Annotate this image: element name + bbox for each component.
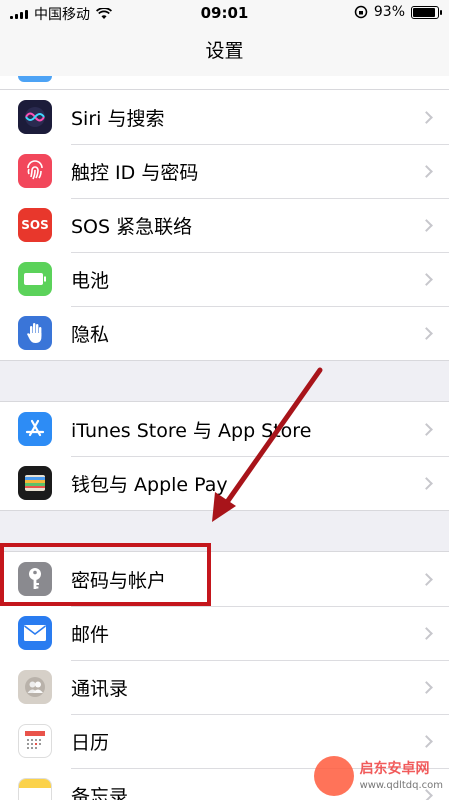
- watermark: 启东安卓网 www.qdltdq.com: [313, 756, 443, 796]
- settings-group-2: iTunes Store 与 App Store 钱包与 Apple Pay: [0, 401, 449, 511]
- notes-icon: [18, 778, 52, 800]
- row-label: 触控 ID 与密码: [71, 161, 199, 184]
- fingerprint-icon: [18, 154, 52, 188]
- previous-group-edge: [0, 76, 449, 90]
- chevron-right-icon: [420, 422, 433, 436]
- row-label: 钱包与 Apple Pay: [71, 473, 228, 496]
- chevron-right-icon: [420, 734, 433, 748]
- row-battery[interactable]: 电池: [0, 252, 449, 306]
- sos-icon: SOS: [18, 208, 52, 242]
- app-store-icon: [18, 412, 52, 446]
- row-passwords-accounts[interactable]: 密码与帐户: [0, 552, 449, 606]
- key-icon: [18, 562, 52, 596]
- row-touch-id[interactable]: 触控 ID 与密码: [0, 144, 449, 198]
- row-label: 隐私: [71, 323, 110, 346]
- row-privacy[interactable]: 隐私: [0, 306, 449, 360]
- row-app-store[interactable]: iTunes Store 与 App Store: [0, 402, 449, 456]
- chevron-right-icon: [420, 326, 433, 340]
- row-label: 通讯录: [71, 677, 129, 700]
- row-label: 密码与帐户: [71, 569, 167, 592]
- chevron-right-icon: [420, 272, 433, 286]
- row-siri[interactable]: Siri 与搜索: [0, 90, 449, 144]
- contacts-icon: [18, 670, 52, 704]
- row-label: Siri 与搜索: [71, 107, 165, 130]
- row-label: iTunes Store 与 App Store: [71, 419, 312, 442]
- battery-icon: [411, 5, 442, 19]
- status-bar: 中国移动 09:01 93%: [0, 0, 449, 26]
- chevron-right-icon: [420, 110, 433, 124]
- battery-percent: 93%: [373, 4, 405, 20]
- chevron-right-icon: [420, 626, 433, 640]
- calendar-icon: [18, 724, 52, 758]
- row-label: 日历: [71, 731, 110, 754]
- row-wallet[interactable]: 钱包与 Apple Pay: [0, 456, 449, 510]
- page-title: 设置: [0, 26, 449, 76]
- watermark-title: 启东安卓网: [359, 761, 430, 778]
- chevron-right-icon: [420, 572, 433, 586]
- wallet-icon: [18, 466, 52, 500]
- chevron-right-icon: [420, 476, 433, 490]
- rotation-lock-icon: [354, 5, 368, 19]
- chevron-right-icon: [420, 680, 433, 694]
- partial-icon: [18, 76, 52, 82]
- battery-icon: [18, 262, 52, 296]
- watermark-logo-icon: [313, 756, 354, 796]
- siri-icon: [18, 100, 52, 134]
- watermark-text-block: 启东安卓网 www.qdltdq.com: [360, 760, 443, 791]
- row-label: 邮件: [71, 623, 110, 646]
- row-mail[interactable]: 邮件: [0, 606, 449, 660]
- row-label: 备忘录: [71, 785, 129, 800]
- chevron-right-icon: [420, 164, 433, 178]
- status-right: 93%: [354, 4, 442, 20]
- hand-icon: [18, 316, 52, 350]
- row-label: 电池: [71, 269, 110, 292]
- row-label: SOS 紧急联络: [71, 215, 193, 238]
- settings-group-1: Siri 与搜索 触控 ID 与密码 SOS SOS 紧急联络 电池 隐私: [0, 89, 449, 361]
- watermark-url: www.qdltdq.com: [359, 779, 443, 791]
- chevron-right-icon: [420, 218, 433, 232]
- mail-icon: [18, 616, 52, 650]
- row-sos[interactable]: SOS SOS 紧急联络: [0, 198, 449, 252]
- row-contacts[interactable]: 通讯录: [0, 660, 449, 714]
